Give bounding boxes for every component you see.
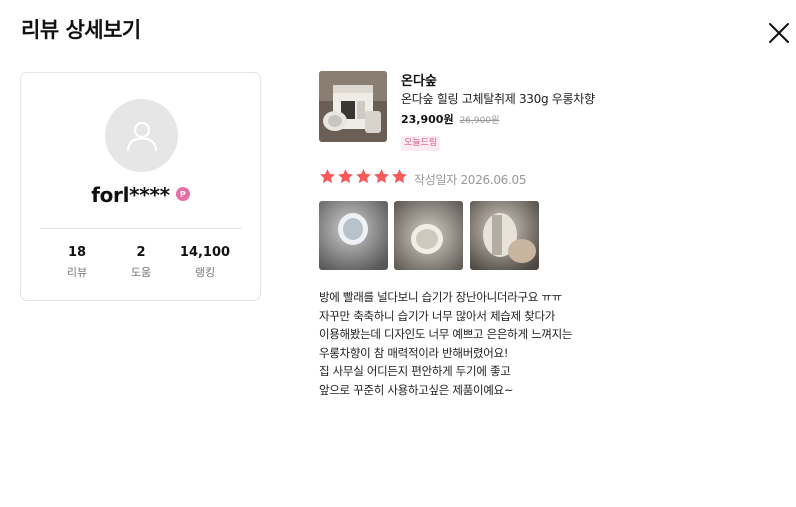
star-icon [338, 169, 353, 184]
review-line: 앞으로 꾸준히 사용하고싶은 제품이예요~ [319, 382, 514, 397]
stat-label: 리뷰 [66, 266, 88, 279]
avatar [105, 99, 178, 172]
stat-label: 도움 [130, 266, 152, 279]
product-original-price: 26,900원 [459, 116, 500, 126]
nickname: forl**** [91, 183, 170, 207]
stat-ranking: 14,100 랭킹 [175, 245, 235, 280]
stat-value: 2 [136, 245, 146, 260]
review-date: 작성일자 2026.06.05 [414, 173, 527, 187]
stat-reviews: 18 리뷰 [47, 245, 107, 280]
review-photo[interactable] [394, 201, 463, 270]
product-name[interactable]: 온다숲 힐링 고체탈취제 330g 우롱차향 [401, 90, 595, 107]
user-icon [126, 121, 157, 151]
star-icon [320, 169, 335, 184]
stat-helpful: 2 도움 [111, 245, 171, 280]
review-text: 방에 빨래를 널다보니 습기가 장난아니더라구요 ㅠㅠ 자꾸만 축축하니 습기가… [319, 288, 619, 399]
review-line: 방에 빨래를 널다보니 습기가 장난아니더라구요 ㅠㅠ [319, 290, 562, 304]
review-line: 우롱차향이 참 매력적이라 반해버렸어요! [319, 345, 509, 360]
profile-stats: 18 리뷰 2 도움 14,100 랭킹 [47, 245, 235, 280]
stat-label: 랭킹 [194, 266, 216, 279]
rating-stars [319, 168, 408, 185]
review-line: 집 사무실 어디든지 편안하게 두기에 좋고 [319, 364, 511, 378]
star-icon [356, 169, 371, 184]
profile-card: forl**** P 18 리뷰 2 도움 14,100 랭킹 [20, 72, 261, 301]
product-thumbnail[interactable] [319, 71, 387, 142]
grade-badge: P [175, 187, 190, 201]
review-photo[interactable] [470, 201, 539, 270]
review-photo[interactable] [319, 201, 388, 270]
product-price: 23,900원 [401, 113, 454, 126]
divider [40, 228, 242, 229]
review-line: 이용해봤는데 디자인도 너무 예쁘고 은은하게 느껴지는 [319, 327, 573, 341]
page-title: 리뷰 상세보기 [21, 18, 141, 42]
review-line: 자꾸만 축축하니 습기가 너무 많아서 제습제 찾다가 [319, 308, 556, 323]
stat-value: 14,100 [179, 245, 231, 260]
product-brand[interactable]: 온다숲 [401, 70, 437, 89]
delivery-tag: 오늘드림 [401, 136, 441, 151]
star-icon [392, 169, 407, 184]
stat-value: 18 [67, 245, 87, 260]
close-icon[interactable] [767, 21, 791, 45]
star-icon [374, 169, 389, 184]
